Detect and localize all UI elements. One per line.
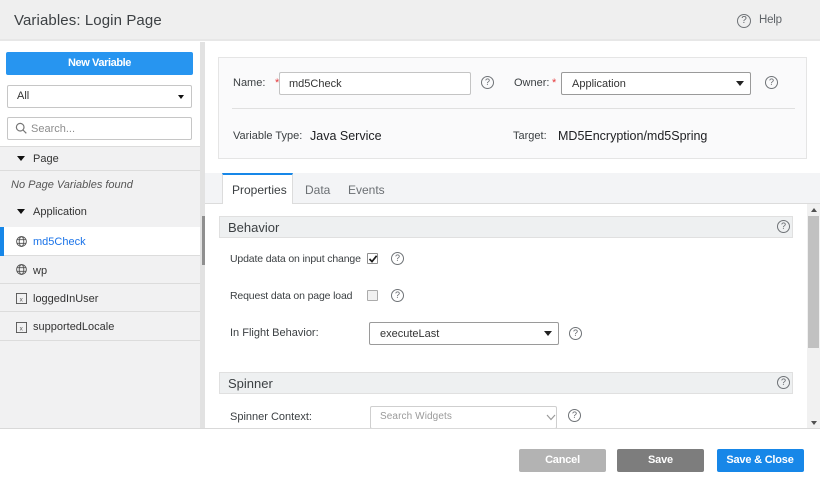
svg-text:x: x — [20, 326, 24, 333]
svg-text:x: x — [20, 297, 24, 304]
